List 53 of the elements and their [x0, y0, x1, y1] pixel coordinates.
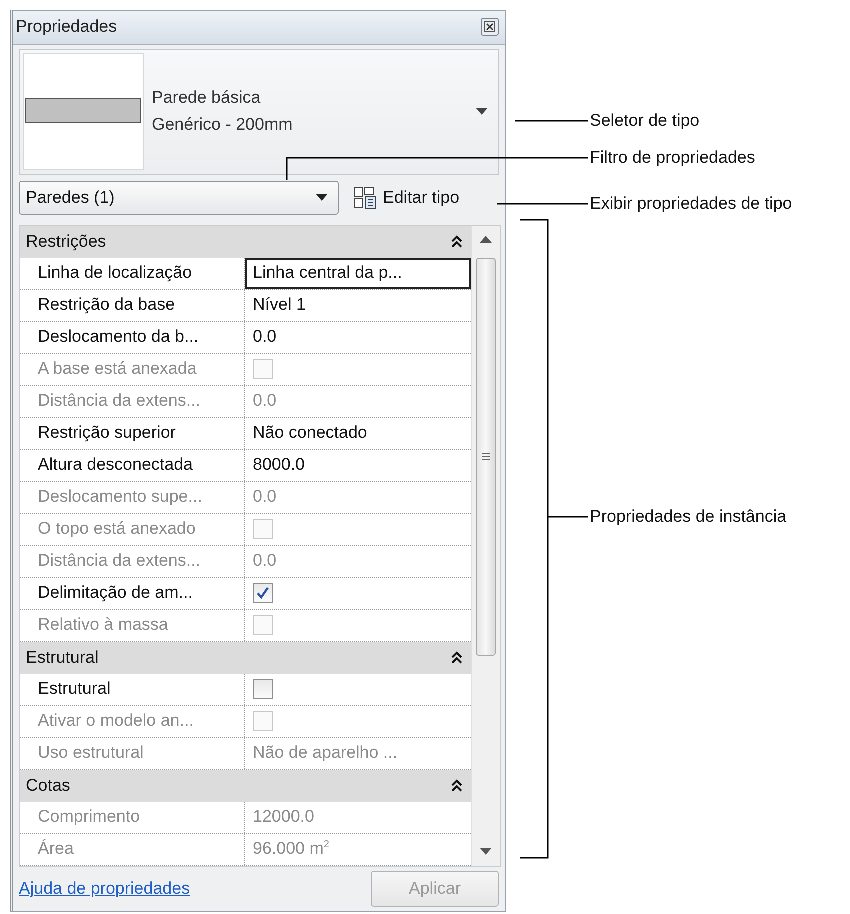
type-family: Parede básica: [152, 88, 262, 109]
property-label: Linha de localização: [38, 263, 192, 283]
close-icon: [481, 18, 499, 36]
callout-label: Filtro de propriedades: [590, 148, 756, 168]
property-label: Ativar o modelo an...: [38, 711, 194, 731]
scroll-up-icon[interactable]: [480, 236, 492, 243]
collapse-icon: [451, 778, 463, 792]
property-label: Relativo à massa: [38, 615, 168, 635]
section-header[interactable]: Estrutural: [20, 642, 471, 674]
checkbox[interactable]: [253, 679, 273, 699]
help-link[interactable]: Ajuda de propriedades: [19, 878, 190, 899]
callout-label: Exibir propriedades de tipo: [590, 194, 792, 214]
callout-label: Seletor de tipo: [590, 111, 700, 131]
scroll-thumb[interactable]: [476, 258, 496, 656]
callout-label: Propriedades de instância: [590, 507, 787, 527]
edit-type-icon: [353, 186, 377, 210]
scrollbar[interactable]: [471, 226, 500, 866]
type-name: Genérico - 200mm: [152, 114, 294, 136]
property-label: A base está anexada: [38, 359, 197, 379]
checkbox[interactable]: [253, 583, 273, 603]
filter-dropdown[interactable]: Paredes (1): [19, 181, 339, 216]
collapse-icon: [451, 234, 463, 248]
dropdown-caret-icon: [316, 194, 328, 202]
property-label: Uso estrutural: [38, 743, 144, 763]
property-label: Área: [38, 839, 74, 859]
close-button[interactable]: [481, 18, 499, 36]
section-header[interactable]: Cotas: [20, 770, 471, 802]
section-title: Cotas: [26, 776, 70, 796]
property-label: Deslocamento supe...: [38, 487, 202, 507]
type-selector[interactable]: Parede básica Genérico - 200mm: [19, 48, 499, 175]
property-label: Restrição superior: [38, 423, 176, 443]
property-label: Restrição da base: [38, 295, 176, 315]
property-value-field[interactable]: Não conectado: [245, 418, 471, 448]
panel-title: Propriedades: [16, 17, 118, 38]
property-label: Estrutural: [38, 679, 111, 699]
scroll-down-icon[interactable]: [480, 848, 492, 855]
edit-type-button[interactable]: Editar tipo: [349, 184, 464, 212]
property-value-field[interactable]: 0.0: [245, 322, 471, 352]
section-header[interactable]: Restrições: [20, 226, 471, 258]
section-title: Estrutural: [26, 648, 99, 668]
dropdown-caret-icon: [476, 108, 488, 116]
property-value-field[interactable]: Linha central da p...: [245, 258, 471, 288]
property-value-field[interactable]: Nível 1: [245, 290, 471, 320]
property-label: Distância da extens...: [38, 391, 201, 411]
property-label: Delimitação de am...: [38, 583, 193, 603]
property-label: Deslocamento da b...: [38, 327, 199, 347]
property-label: Altura desconectada: [38, 455, 193, 475]
collapse-icon: [451, 650, 463, 664]
property-value-field[interactable]: 8000.0: [245, 450, 471, 480]
property-label: O topo está anexado: [38, 519, 196, 539]
section-title: Restrições: [26, 232, 106, 252]
property-label: Comprimento: [38, 807, 140, 827]
property-label: Distância da extens...: [38, 551, 201, 571]
